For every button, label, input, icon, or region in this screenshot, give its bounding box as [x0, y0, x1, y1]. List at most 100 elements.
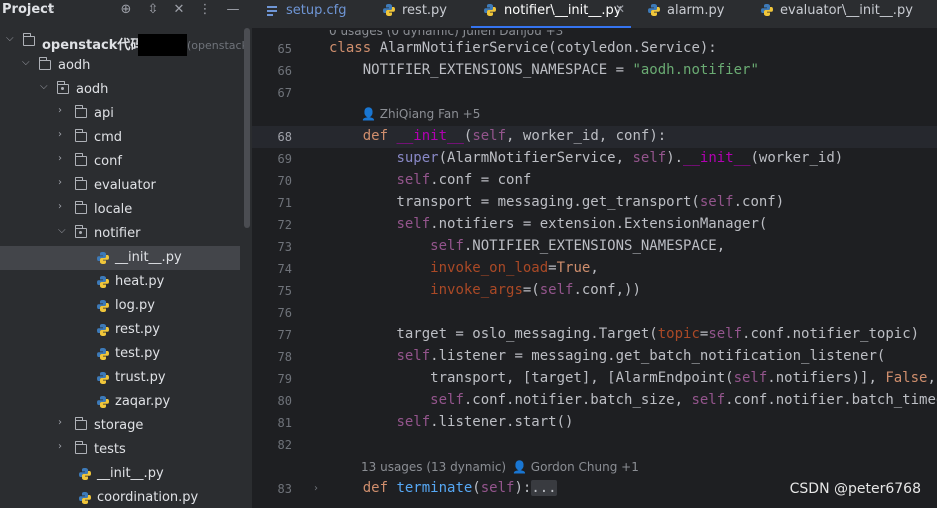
tree-item-label: heat.py	[115, 274, 165, 289]
chevron-down-icon[interactable]: ⌵	[58, 225, 66, 236]
line-number[interactable]: 69	[252, 152, 292, 166]
line-number[interactable]: 77	[252, 328, 292, 342]
close-tab-icon[interactable]: ✕	[615, 2, 625, 16]
tree-item-label: evaluator	[94, 178, 156, 193]
close-icon[interactable]: ✕	[171, 2, 187, 17]
expand-collapse-icon[interactable]: ⇳	[145, 2, 161, 17]
tab-rest-py[interactable]: rest.py	[382, 0, 472, 28]
tree-item-notifier[interactable]: ⌵ notifier	[0, 222, 252, 246]
line-number[interactable]: 75	[252, 284, 292, 298]
line-number[interactable]: 71	[252, 196, 292, 210]
line-number[interactable]: 76	[252, 306, 292, 320]
chevron-right-icon[interactable]: ›	[58, 177, 62, 188]
usages-hint-terminate[interactable]: 13 usages (13 dynamic)	[361, 460, 506, 474]
folder-icon	[75, 177, 87, 190]
package-folder-icon	[57, 81, 69, 94]
folder-icon	[75, 153, 87, 166]
line-number[interactable]: 80	[252, 394, 292, 408]
tree-item-storage[interactable]: › storage	[0, 414, 252, 438]
tree-item-log-py[interactable]: log.py	[0, 294, 252, 318]
crosshair-icon[interactable]: ⊕	[118, 2, 134, 17]
code-line-73: self.NOTIFIER_EXTENSIONS_NAMESPACE,	[430, 238, 726, 254]
project-tool-window: Project ⌵ ⊕ ⇳ ✕ ⋮ — ⌵ openstack代码仓 ⌵ aodh ⌵ a…	[0, 0, 252, 508]
tree-item-init-py[interactable]: __init__.py	[0, 462, 252, 486]
python-file-icon	[97, 276, 109, 288]
tree-item-aodh[interactable]: ⌵ aodh	[0, 78, 252, 102]
chevron-right-icon[interactable]: ›	[58, 105, 62, 116]
python-file-icon	[97, 324, 109, 336]
tree-item-label: storage	[94, 418, 144, 433]
chevron-right-icon[interactable]: ›	[58, 201, 62, 212]
code-line-83: def terminate(self):...	[362, 480, 557, 496]
tree-item-conf[interactable]: › conf	[0, 150, 252, 174]
python-file-icon	[97, 348, 109, 360]
line-number[interactable]: 72	[252, 218, 292, 232]
tree-item-label: api	[94, 106, 114, 121]
line-number[interactable]: 73	[252, 240, 292, 254]
tab-alarm-py[interactable]: alarm.py	[647, 0, 747, 28]
tab-notifier-init-py[interactable]: notifier\__init__.py ✕	[471, 0, 631, 28]
folded-code-placeholder[interactable]: ...	[531, 480, 557, 496]
code-line-79: transport, [target], [AlarmEndpoint(self…	[329, 370, 936, 386]
code-line-72: self.notifiers = extension.ExtensionMana…	[396, 216, 768, 232]
line-number[interactable]: 68	[252, 130, 292, 144]
tree-item-zaqar-py[interactable]: zaqar.py	[0, 390, 252, 414]
tree-item-label: test.py	[115, 346, 161, 361]
author-hint-terminate[interactable]: 👤 Gordon Chung +1	[512, 460, 639, 474]
line-number[interactable]: 81	[252, 416, 292, 430]
tree-scrollbar[interactable]	[244, 28, 250, 228]
line-number[interactable]: 83	[252, 482, 292, 496]
line-number[interactable]: 82	[252, 438, 292, 452]
chevron-right-icon[interactable]: ›	[58, 129, 62, 140]
tree-item-label: cmd	[94, 130, 123, 145]
python-file-icon	[97, 300, 109, 312]
chevron-right-icon[interactable]: ›	[58, 153, 62, 164]
editor-tab-bar: setup.cfg rest.py notifier\__init__.py ✕…	[252, 0, 937, 29]
code-line-66: NOTIFIER_EXTENSIONS_NAMESPACE = "aodh.no…	[329, 62, 759, 78]
folder-icon	[39, 57, 51, 70]
chevron-down-icon[interactable]: ⌵	[22, 57, 30, 68]
tree-item-label: aodh	[76, 82, 109, 97]
tree-item-heat-py[interactable]: heat.py	[0, 270, 252, 294]
project-path-hint: (openstack	[187, 39, 248, 52]
tree-item-label: log.py	[115, 298, 155, 313]
line-number[interactable]: 65	[252, 42, 292, 56]
tab-evaluator-init-py[interactable]: evaluator\__init__.py	[760, 0, 937, 28]
chevron-right-icon[interactable]: ›	[58, 417, 62, 428]
python-file-icon	[97, 396, 109, 408]
folder-icon	[75, 105, 87, 118]
code-line-70: self.conf = conf	[396, 172, 532, 188]
tab-setup-cfg[interactable]: setup.cfg	[266, 0, 366, 28]
code-line-77: target = oslo_messaging.Target(topic=sel…	[329, 326, 920, 342]
tree-item-trust-py[interactable]: trust.py	[0, 366, 252, 390]
minimize-icon[interactable]: —	[225, 2, 241, 17]
chevron-right-icon[interactable]: ›	[58, 441, 62, 452]
tree-item-rest-py[interactable]: rest.py	[0, 318, 252, 342]
chevron-down-icon[interactable]: ⌵	[40, 81, 48, 92]
tree-item-cmd[interactable]: › cmd	[0, 126, 252, 150]
tree-item-init-py[interactable]: __init__.py	[0, 246, 240, 270]
author-hint-init[interactable]: 👤 ZhiQiang Fan +5	[361, 107, 480, 121]
line-number[interactable]: 66	[252, 64, 292, 78]
line-number[interactable]: 79	[252, 372, 292, 386]
code-line-75: invoke_args=(self.conf,))	[430, 282, 641, 298]
line-number[interactable]: 74	[252, 262, 292, 276]
tree-item-api[interactable]: › api	[0, 102, 252, 126]
chevron-down-icon[interactable]: ⌵	[6, 33, 14, 44]
chevron-down-icon[interactable]: ⌵	[46, 2, 54, 16]
tree-item-test-py[interactable]: test.py	[0, 342, 252, 366]
more-options-icon[interactable]: ⋮	[197, 2, 213, 17]
folder-icon	[23, 33, 35, 46]
tree-item-locale[interactable]: › locale	[0, 198, 252, 222]
tree-item-evaluator[interactable]: › evaluator	[0, 174, 252, 198]
code-line-74: invoke_on_load=True,	[430, 260, 599, 276]
python-file-icon	[79, 468, 91, 480]
line-number[interactable]: 67	[252, 86, 292, 100]
tree-item-aodh[interactable]: ⌵ aodh	[0, 54, 252, 78]
tree-item-coordination-py[interactable]: coordination.py	[0, 486, 252, 508]
line-number[interactable]: 78	[252, 350, 292, 364]
fold-expand-icon[interactable]: ›	[314, 483, 318, 494]
line-number[interactable]: 70	[252, 174, 292, 188]
tree-item-tests[interactable]: › tests	[0, 438, 252, 462]
python-file-icon	[97, 252, 109, 264]
